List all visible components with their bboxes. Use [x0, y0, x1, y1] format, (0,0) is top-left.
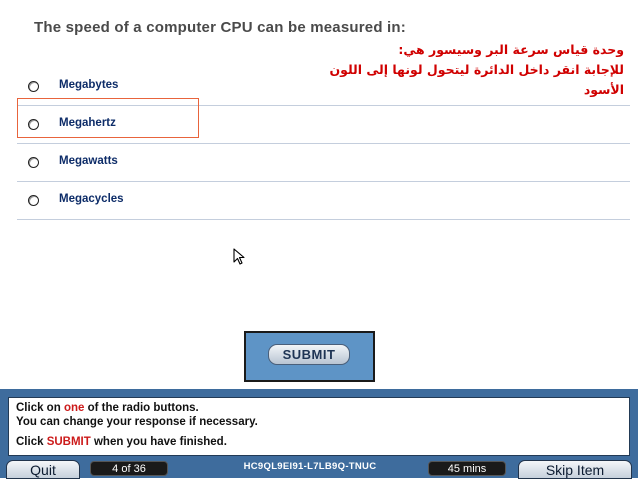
question-counter: 4 of 36 — [90, 461, 168, 476]
option-label: Megacycles — [59, 193, 124, 205]
option-label: Megabytes — [59, 79, 119, 91]
option-label: Megawatts — [59, 155, 118, 167]
radio-button[interactable] — [28, 81, 39, 92]
option-megahertz[interactable]: Megahertz — [17, 106, 630, 144]
radio-button[interactable] — [28, 195, 39, 206]
instruction-text: when you have finished. — [90, 436, 227, 448]
mouse-pointer-icon — [233, 248, 245, 265]
option-label: Megahertz — [59, 117, 116, 129]
option-megabytes[interactable]: Megabytes — [17, 68, 630, 106]
arabic-line-1: وحدة قياس سرعة البر وسيسور هي: — [398, 42, 624, 57]
question-text: The speed of a computer CPU can be measu… — [34, 19, 406, 36]
instruction-text: Click — [16, 436, 47, 448]
time-remaining: 45 mins — [428, 461, 506, 476]
instruction-line-3: Click SUBMIT when you have finished. — [16, 436, 622, 450]
instructions-box: Click on one of the radio buttons. You c… — [8, 397, 630, 456]
option-megacycles[interactable]: Megacycles — [17, 182, 630, 220]
instruction-emphasis: one — [63, 402, 85, 414]
answer-options: Megabytes Megahertz Megawatts Megacycles — [17, 68, 630, 220]
option-megawatts[interactable]: Megawatts — [17, 144, 630, 182]
bottom-toolbar: Click on one of the radio buttons. You c… — [0, 389, 638, 479]
instruction-text: Click on — [16, 402, 64, 414]
skip-item-button[interactable]: Skip Item — [518, 460, 632, 479]
submit-button[interactable]: SUBMIT — [268, 344, 350, 365]
instruction-line-1: Click on one of the radio buttons. — [16, 402, 622, 416]
radio-button[interactable] — [28, 119, 39, 130]
quit-button[interactable]: Quit — [6, 460, 80, 479]
submit-panel: SUBMIT — [244, 331, 375, 382]
radio-button[interactable] — [28, 157, 39, 168]
instruction-emphasis: SUBMIT — [46, 436, 91, 448]
instruction-text: of the radio buttons. — [84, 402, 199, 414]
instruction-line-2: You can change your response if necessar… — [16, 415, 258, 428]
session-code: HC9QL9EI91-L7LB9Q-TNUC — [243, 461, 377, 472]
instruction-spacer — [16, 429, 622, 436]
